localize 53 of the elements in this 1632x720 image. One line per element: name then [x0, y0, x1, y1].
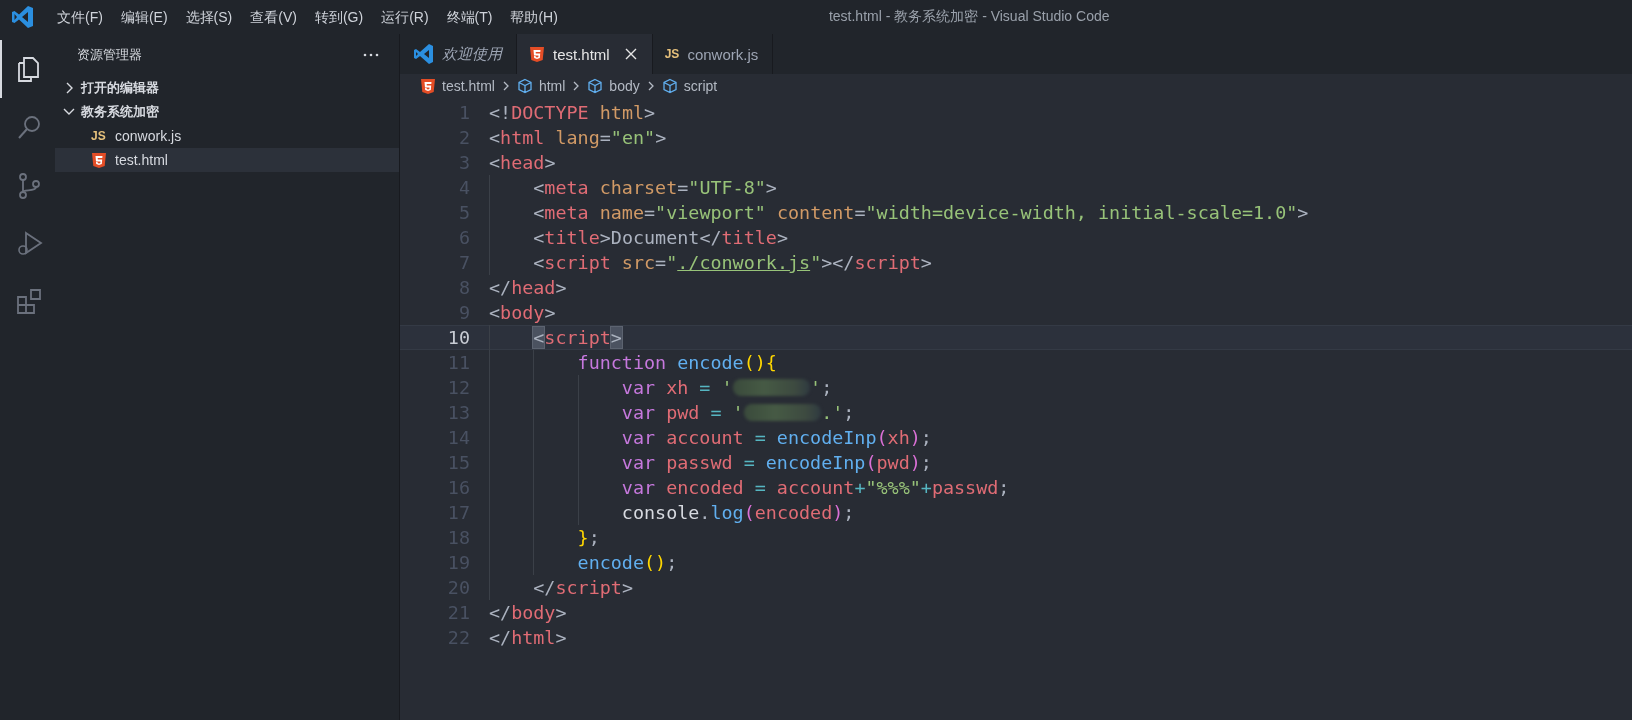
menu-item[interactable]: 文件(F) [48, 6, 112, 28]
code-line: var xh = ' '; [489, 375, 833, 400]
code-line: <!DOCTYPE html> [489, 101, 656, 125]
editor-tab[interactable]: JS conwork.js [652, 34, 774, 74]
menu-item[interactable]: 查看(V) [241, 6, 306, 28]
code-line: var passwd = encodeInp(pwd); [489, 450, 932, 475]
code-line: var pwd = ' .'; [489, 400, 855, 425]
html-file-icon [420, 78, 436, 94]
code-line: <script> [489, 325, 622, 350]
code-line: </script> [489, 575, 633, 600]
menu-item[interactable]: 转到(G) [305, 6, 373, 28]
breadcrumb-item[interactable]: test.html [420, 78, 495, 94]
section-header[interactable]: 教务系统加密 [55, 100, 399, 124]
code-line: </head> [489, 276, 567, 300]
vscode-logo-icon [412, 42, 434, 66]
cube-icon [516, 78, 533, 94]
code-line: <meta name="viewport" content="width=device-width, initial-scale=1.0"> [489, 200, 1309, 225]
code-line: <body> [489, 301, 556, 325]
more-icon [363, 53, 379, 57]
code-line: var account = encodeInp(xh); [489, 425, 932, 450]
menu-item[interactable]: 编辑(E) [111, 6, 177, 28]
html-file-icon [91, 152, 107, 168]
file-item[interactable]: test.html [55, 148, 399, 172]
sidebar-title: 资源管理器 [77, 46, 142, 64]
breadcrumb-item[interactable]: body [587, 78, 640, 94]
menu-item[interactable]: 终端(T) [437, 6, 502, 28]
editor-tab[interactable]: test.html [517, 34, 653, 74]
menu-item[interactable]: 运行(R) [372, 6, 438, 28]
close-icon [623, 47, 638, 61]
code-line: <script src="./conwork.js"></script> [489, 250, 932, 275]
code-line: <title>Document</title> [489, 225, 788, 250]
line-number: 10 [446, 327, 470, 348]
section-header[interactable]: 打开的编辑器 [55, 76, 399, 100]
vscode-logo-icon [11, 5, 34, 29]
menu-item[interactable]: 选择(S) [176, 6, 242, 28]
breadcrumb-item[interactable]: html [516, 78, 566, 94]
menu-item[interactable]: 帮助(H) [501, 6, 567, 28]
window-title: test.html - 教务系统加密 - Visual Studio Code [828, 8, 1110, 26]
file-item[interactable]: JS conwork.js [55, 124, 399, 148]
code-line: </html> [489, 626, 567, 650]
code-line: <meta charset="UTF-8"> [489, 175, 777, 200]
code-line: console.log(encoded); [489, 500, 855, 525]
code-line: function encode(){ [489, 350, 777, 375]
code-line: <head> [489, 151, 556, 175]
code-line: var encoded = account+"%%%"+passwd; [489, 475, 1010, 500]
cube-icon [587, 78, 604, 94]
code-line: encode(); [489, 550, 678, 575]
code-line: }; [489, 525, 600, 550]
code-line: <html lang="en"> [489, 126, 667, 150]
code-line: </body> [489, 601, 567, 625]
breadcrumb-item[interactable]: script [661, 78, 718, 94]
html-file-icon [529, 46, 545, 62]
cube-icon [661, 78, 678, 94]
